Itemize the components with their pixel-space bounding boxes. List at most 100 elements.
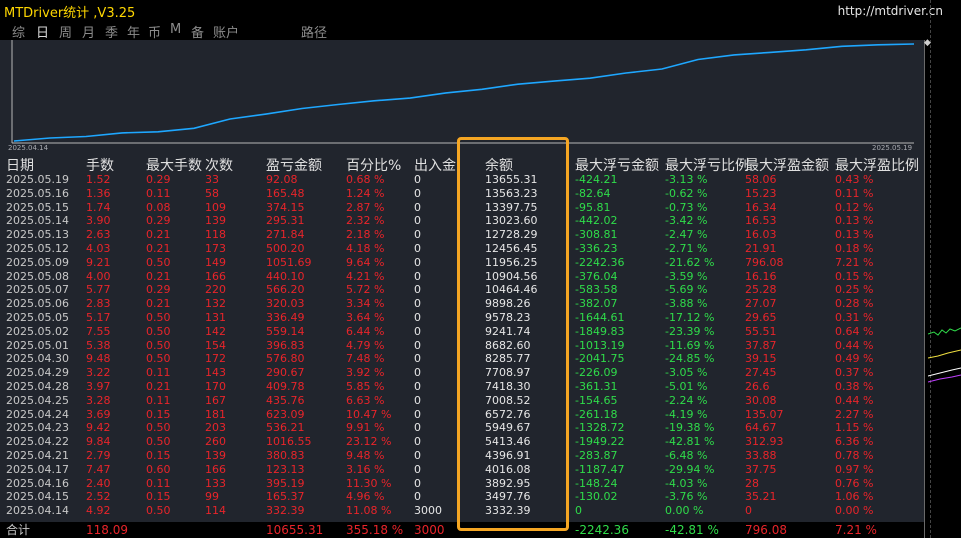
- total-label: 合计: [6, 523, 31, 537]
- cell-max-float-profit-pct: 0.49 %: [835, 352, 874, 366]
- tab-quarterly[interactable]: 季: [105, 22, 118, 41]
- cell-max-float-loss-pct: -0.62 %: [665, 186, 708, 200]
- cell-max-lots: 0.21: [146, 242, 171, 255]
- cell-count: 139: [205, 214, 226, 228]
- cell-count: 131: [205, 311, 226, 324]
- cell-percent: 3.64 %: [346, 311, 385, 324]
- cell-deposit: 0: [414, 311, 421, 324]
- tab-m[interactable]: M: [170, 22, 181, 37]
- cell-max-float-profit: 16.03: [745, 228, 777, 242]
- cell-max-float-profit: 39.15: [745, 352, 777, 366]
- cell-pnl: 165.48: [266, 186, 305, 200]
- cell-max-float-profit-pct: 0.13 %: [835, 228, 874, 242]
- tab-yearly[interactable]: 年: [127, 22, 140, 41]
- tab-path[interactable]: 路径: [301, 22, 327, 41]
- cell-max-float-loss: -308.81: [575, 228, 618, 242]
- cell-max-float-profit: 37.87: [745, 338, 777, 352]
- col-header-max-lots[interactable]: 最大手数: [146, 155, 202, 175]
- cell-max-lots: 0.29: [146, 283, 171, 297]
- cell-count: 167: [205, 393, 226, 407]
- cell-pnl: 1051.69: [266, 255, 312, 269]
- cell-max-float-loss-pct: -2.24 %: [665, 393, 708, 407]
- cell-percent: 7.48 %: [346, 352, 385, 366]
- total-max-float-loss: -2242.36: [575, 523, 629, 537]
- cell-max-float-loss: -1328.72: [575, 421, 625, 435]
- cell-max-float-profit: 29.65: [745, 311, 777, 324]
- cell-max-float-loss: -1644.61: [575, 311, 625, 324]
- tab-account[interactable]: 账户: [213, 22, 239, 41]
- cell-count: 170: [205, 380, 226, 393]
- cell-date: 2025.04.21: [6, 449, 69, 462]
- cell-date: 2025.05.09: [6, 255, 69, 269]
- cell-pnl: 435.76: [266, 393, 305, 407]
- col-header-count[interactable]: 次数: [205, 155, 233, 175]
- cell-percent: 4.79 %: [346, 338, 385, 352]
- tab-weekly[interactable]: 周: [59, 22, 72, 41]
- cell-pnl: 536.21: [266, 421, 305, 435]
- cell-deposit: 0: [414, 200, 421, 214]
- cell-count: 260: [205, 435, 226, 449]
- cell-pnl: 500.20: [266, 242, 305, 255]
- tab-monthly[interactable]: 月: [82, 22, 95, 41]
- col-header-deposit[interactable]: 出入金: [414, 155, 456, 175]
- col-header-max-float-loss[interactable]: 最大浮亏金额: [575, 155, 659, 175]
- cell-max-lots: 0.21: [146, 297, 171, 311]
- cell-max-float-profit-pct: 0.18 %: [835, 242, 874, 255]
- col-header-max-float-loss-pct[interactable]: 最大浮亏比例: [665, 155, 749, 175]
- cell-max-float-profit: 27.07: [745, 297, 777, 311]
- cell-max-float-loss: -361.31: [575, 380, 618, 393]
- cell-max-lots: 0.11: [146, 366, 171, 380]
- cell-max-float-profit: 312.93: [745, 435, 784, 449]
- cell-percent: 2.32 %: [346, 214, 385, 228]
- cell-lots: 9.48: [86, 352, 111, 366]
- cell-lots: 2.83: [86, 297, 111, 311]
- cell-max-float-loss: -82.64: [575, 186, 611, 200]
- col-header-pnl[interactable]: 盈亏金额: [266, 155, 322, 175]
- cell-deposit: 0: [414, 407, 421, 421]
- cell-pnl: 623.09: [266, 407, 305, 421]
- cell-deposit: 0: [414, 242, 421, 255]
- cell-date: 2025.05.05: [6, 311, 69, 324]
- col-header-percent[interactable]: 百分比%: [346, 155, 401, 175]
- tab-currency[interactable]: 币: [148, 22, 161, 41]
- cell-pnl: 380.83: [266, 449, 305, 462]
- cell-date: 2025.05.01: [6, 338, 69, 352]
- col-header-lots[interactable]: 手数: [86, 155, 114, 175]
- tab-summary[interactable]: 综: [12, 22, 25, 41]
- cell-percent: 5.85 %: [346, 380, 385, 393]
- cell-lots: 3.69: [86, 407, 111, 421]
- cell-max-float-profit-pct: 0.64 %: [835, 324, 874, 338]
- cell-percent: 10.47 %: [346, 407, 392, 421]
- cell-pnl: 566.20: [266, 283, 305, 297]
- background-price-chart: [928, 327, 961, 383]
- cell-percent: 1.24 %: [346, 186, 385, 200]
- col-header-max-float-profit-pct[interactable]: 最大浮盈比例: [835, 155, 919, 175]
- col-header-max-float-profit[interactable]: 最大浮盈金额: [745, 155, 829, 175]
- cell-max-lots: 0.50: [146, 504, 171, 518]
- cell-max-float-profit-pct: 0.76 %: [835, 476, 874, 490]
- cell-percent: 9.48 %: [346, 449, 385, 462]
- cell-date: 2025.04.30: [6, 352, 69, 366]
- cell-deposit: 0: [414, 352, 421, 366]
- cell-max-float-loss-pct: -2.47 %: [665, 228, 708, 242]
- cell-max-float-loss-pct: -3.76 %: [665, 490, 708, 504]
- cell-deposit: 0: [414, 255, 421, 269]
- cell-deposit: 0: [414, 214, 421, 228]
- cell-max-float-profit: 21.91: [745, 242, 777, 255]
- cell-max-float-loss-pct: -11.69 %: [665, 338, 715, 352]
- cell-deposit: 0: [414, 297, 421, 311]
- cell-deposit: 0: [414, 269, 421, 283]
- tab-daily[interactable]: 日: [36, 22, 49, 41]
- price-axis-line: [924, 40, 925, 538]
- cell-max-float-profit-pct: 0.44 %: [835, 338, 874, 352]
- cell-count: 132: [205, 297, 226, 311]
- col-header-date[interactable]: 日期: [6, 155, 34, 175]
- cell-max-float-profit-pct: 0.13 %: [835, 214, 874, 228]
- cell-date: 2025.05.15: [6, 200, 69, 214]
- cell-max-float-loss: -382.07: [575, 297, 618, 311]
- cell-lots: 1.36: [86, 186, 111, 200]
- cell-max-float-profit: 0: [745, 504, 752, 518]
- website-link[interactable]: http://mtdriver.cn: [838, 4, 943, 18]
- tab-notes[interactable]: 备: [191, 22, 204, 41]
- cell-max-float-loss: -1187.47: [575, 462, 625, 476]
